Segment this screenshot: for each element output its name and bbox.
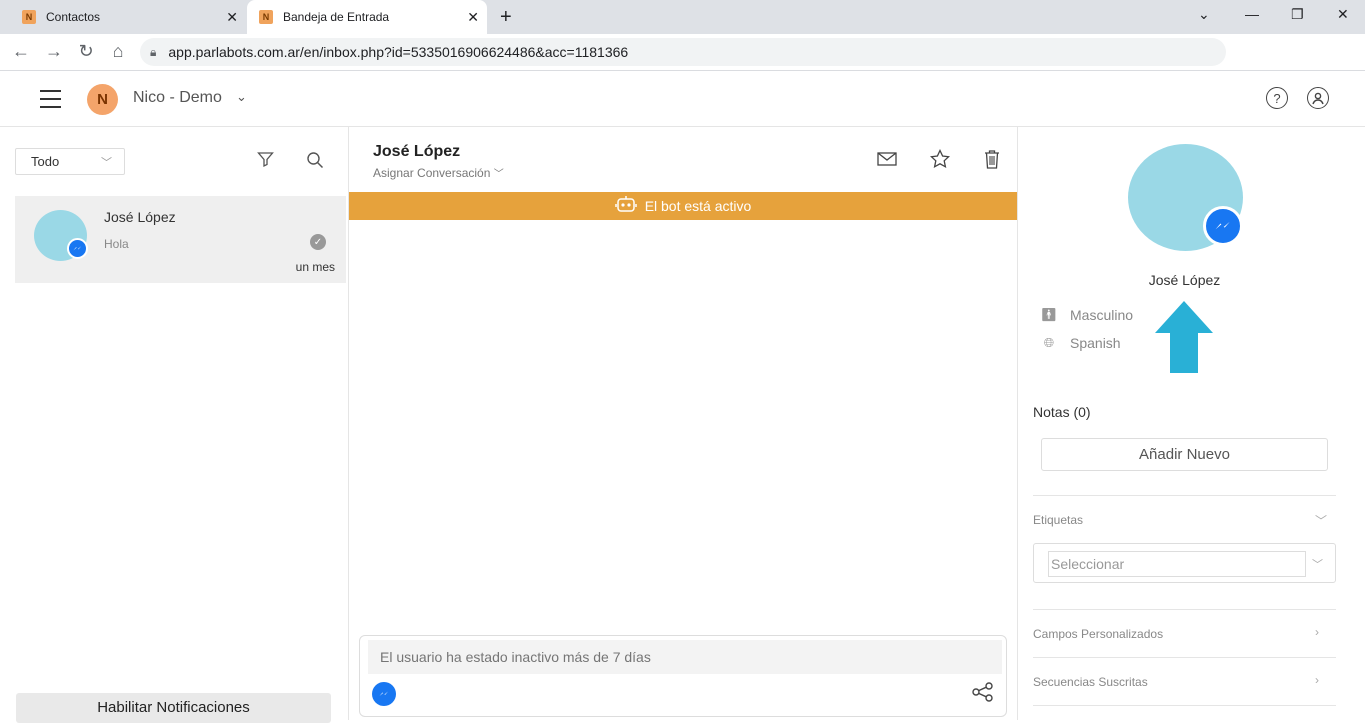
conversation-filter-select[interactable]: Todo ﹀ <box>15 148 125 175</box>
tags-select[interactable]: Seleccionar ﹀ <box>1033 543 1336 583</box>
conversation-snippet: Hola <box>104 237 129 251</box>
chevron-down-icon: ﹀ <box>1312 559 1323 571</box>
reload-icon[interactable]: ↻ <box>75 41 97 62</box>
chevron-down-icon: ﹀ <box>493 169 504 180</box>
conversation-list-panel: Todo ﹀ José López Hola ✓ un mes Habilita… <box>0 127 349 723</box>
chevron-down-icon[interactable]: ⌄ <box>236 89 247 105</box>
back-icon[interactable]: ← <box>10 41 32 62</box>
message-composer <box>359 635 1007 717</box>
user-icon[interactable] <box>1307 87 1329 109</box>
bot-banner-text: El bot está activo <box>644 198 752 214</box>
mail-icon[interactable] <box>877 151 897 172</box>
tab-favicon: N <box>22 10 36 24</box>
chat-contact-name: José López <box>373 143 461 160</box>
filter-icon[interactable] <box>257 151 274 173</box>
trash-icon[interactable] <box>984 149 1000 174</box>
browser-tab-bar: N Contactos ✕ N Bandeja de Entrada ✕ + ⌄… <box>0 0 1365 34</box>
url-field[interactable]: 🔒︎ app.parlabots.com.ar/en/inbox.php?id=… <box>140 38 1226 66</box>
browser-tab-bandeja[interactable]: N Bandeja de Entrada ✕ <box>247 0 487 34</box>
close-tab-icon[interactable]: ✕ <box>467 9 479 26</box>
arrow-up-icon <box>1155 301 1213 373</box>
robot-icon <box>614 195 637 218</box>
lock-icon: 🔒︎ <box>150 44 157 59</box>
globe-icon: 🌐︎ <box>1043 335 1055 350</box>
share-icon[interactable] <box>972 682 994 707</box>
restore-icon[interactable]: ❐ <box>1291 6 1304 23</box>
window-close-icon[interactable]: ✕ <box>1337 6 1349 23</box>
messenger-icon <box>1203 206 1243 246</box>
tags-heading[interactable]: Etiquetas <box>1033 513 1083 527</box>
forward-icon[interactable]: → <box>43 41 65 62</box>
minimize-icon[interactable]: — <box>1245 6 1259 22</box>
profile-name: José López <box>1148 272 1221 288</box>
language-value: Spanish <box>1070 335 1121 351</box>
conversation-time: un mes <box>295 260 335 274</box>
divider <box>1033 609 1336 610</box>
help-icon[interactable]: ? <box>1266 87 1288 109</box>
url-text: app.parlabots.com.ar/en/inbox.php?id=533… <box>168 44 629 60</box>
search-icon[interactable] <box>306 151 324 174</box>
tab-search-icon[interactable]: ⌄ <box>1198 6 1210 23</box>
enable-notifications-button[interactable]: Habilitar Notificaciones <box>16 693 331 723</box>
assign-conversation-dropdown[interactable]: Asignar Conversación ﹀ <box>373 165 504 180</box>
home-icon[interactable]: ⌂ <box>107 41 129 62</box>
gender-row: 🚹︎ Masculino <box>1040 307 1133 323</box>
app-header: N Nico - Demo ⌄ ? <box>0 71 1365 127</box>
language-row: 🌐︎ Spanish <box>1040 335 1121 351</box>
assign-label: Asignar Conversación <box>373 166 491 180</box>
person-icon: 🚹︎ <box>1040 307 1058 322</box>
conversation-name: José López <box>104 209 176 225</box>
tab-title: Bandeja de Entrada <box>283 10 390 24</box>
chevron-right-icon[interactable]: › <box>1315 673 1319 687</box>
messenger-icon[interactable] <box>372 682 396 706</box>
add-note-button[interactable]: Añadir Nuevo <box>1041 438 1328 471</box>
divider <box>1033 705 1336 706</box>
chevron-down-icon[interactable]: ﹀ <box>1315 512 1327 529</box>
tags-select-input[interactable]: Seleccionar <box>1048 551 1306 577</box>
conversation-item[interactable]: José López Hola ✓ un mes <box>15 196 346 283</box>
contact-details-panel: José López 🚹︎ Masculino 🌐︎ Spanish Notas… <box>1018 127 1365 720</box>
account-name[interactable]: Nico - Demo <box>133 89 222 107</box>
tab-favicon: N <box>259 10 273 24</box>
message-input[interactable] <box>368 640 1002 674</box>
sequences-heading[interactable]: Secuencias Suscritas <box>1033 675 1148 689</box>
address-bar: ← → ↻ ⌂ 🔒︎ app.parlabots.com.ar/en/inbox… <box>0 34 1365 71</box>
chevron-down-icon: ﹀ <box>101 157 112 169</box>
custom-fields-heading[interactable]: Campos Personalizados <box>1033 627 1163 641</box>
messenger-icon <box>67 238 88 259</box>
close-tab-icon[interactable]: ✕ <box>226 9 238 26</box>
browser-tab-contactos[interactable]: N Contactos ✕ <box>8 0 246 34</box>
star-icon[interactable] <box>929 148 951 174</box>
filter-value: Todo <box>31 154 60 169</box>
check-icon: ✓ <box>310 234 326 250</box>
chevron-right-icon[interactable]: › <box>1315 625 1319 639</box>
divider <box>1033 495 1336 496</box>
divider <box>1033 657 1336 658</box>
account-logo: N <box>87 84 118 115</box>
bot-active-banner: El bot está activo <box>349 192 1017 220</box>
new-tab-icon[interactable]: + <box>500 6 512 29</box>
notes-heading: Notas (0) <box>1033 404 1091 420</box>
tab-title: Contactos <box>46 10 101 24</box>
menu-icon[interactable] <box>40 90 61 108</box>
chat-panel: José López Asignar Conversación ﹀ El bot… <box>349 127 1018 720</box>
gender-value: Masculino <box>1070 307 1134 323</box>
